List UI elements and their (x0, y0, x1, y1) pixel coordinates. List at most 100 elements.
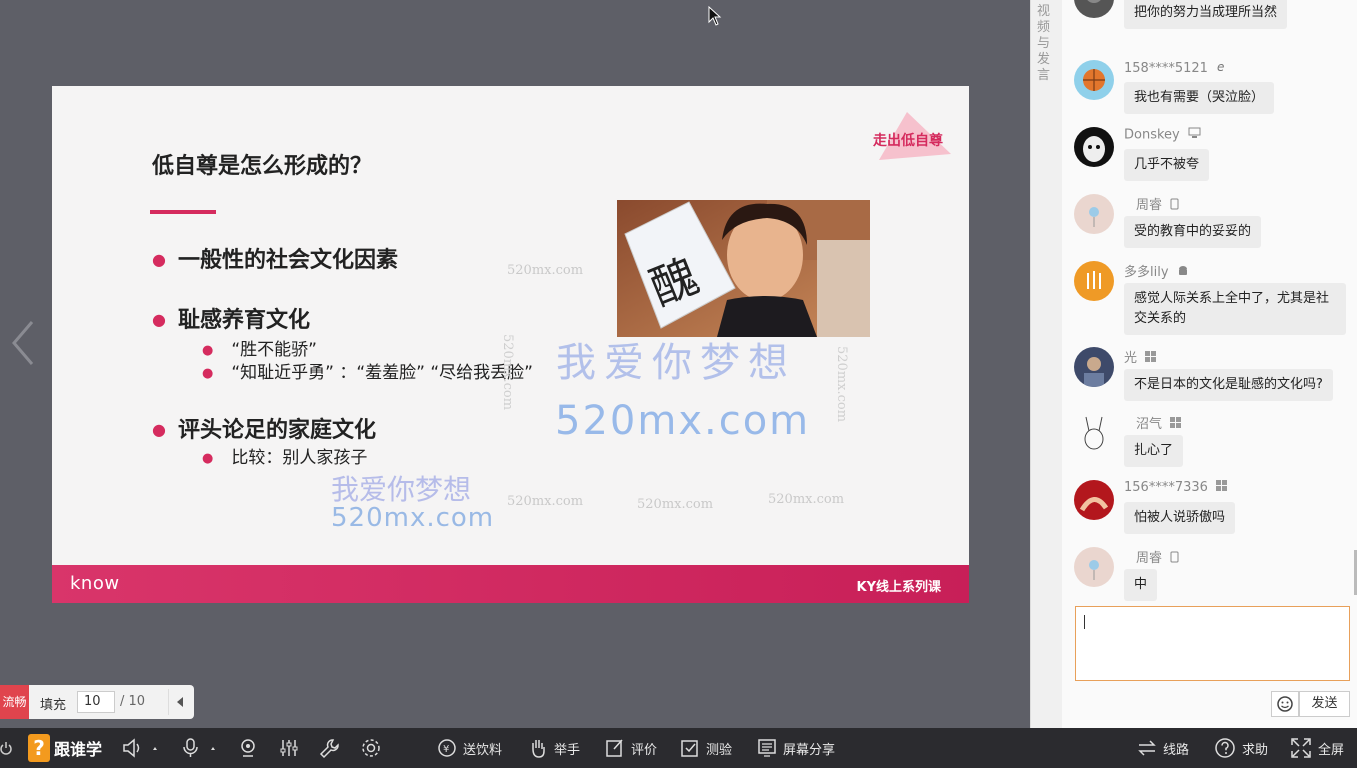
fill-mode-button[interactable]: 填充 (40, 694, 66, 713)
genshuixue-logo: ? 跟谁学 (28, 734, 102, 762)
quiz-button[interactable]: 测验 (680, 728, 732, 768)
phone-icon (1170, 551, 1179, 567)
page-total: / 10 (120, 694, 146, 709)
speaker-button[interactable] (122, 728, 158, 768)
user-avatar (1074, 0, 1114, 18)
line-switch-label: 线路 (1163, 742, 1190, 758)
edit-icon (606, 739, 623, 757)
help-button[interactable]: 求助 (1214, 728, 1268, 768)
screen-share-button[interactable]: 屏幕分享 (757, 728, 835, 768)
rate-button[interactable]: 评价 (605, 728, 657, 768)
power-icon[interactable] (0, 728, 12, 768)
collapse-arrow-icon[interactable] (168, 689, 190, 715)
svg-text:¥: ¥ (443, 744, 449, 755)
settings-button[interactable] (360, 728, 382, 768)
bullet-item: ● 耻感养育文化 (152, 308, 310, 333)
chat-message-text: 感觉人际关系上全中了，尤其是社交关系的 (1124, 283, 1346, 335)
logo-mark: ? (28, 734, 50, 762)
chat-message-text: 扎心了 (1124, 435, 1184, 467)
chat-username: 周睿 (1136, 194, 1179, 214)
quality-badge[interactable]: 流畅 (0, 685, 29, 719)
chat-username: Donskey (1124, 127, 1201, 143)
course-name: KY线上系列课 (856, 580, 942, 595)
windows-icon (1215, 480, 1227, 495)
windows-icon (1145, 351, 1157, 366)
windows-icon (1170, 417, 1182, 432)
movie-still-image: 醜 (617, 200, 870, 337)
watermark-large-text: 我爱你梦想 (556, 340, 796, 386)
sub-bullet-item: ● 比较：别人家孩子 (202, 448, 368, 468)
user-avatar (1074, 261, 1114, 301)
send-drink-button[interactable]: ¥ 送饮料 (437, 728, 502, 768)
presentation-stage: 低自尊是怎么形成的？ 走出低自尊 ● 一般性的社会文化因素 ● 耻感养育文化 ● “胜… (0, 0, 1030, 728)
chat-message-text: 把你的努力当成理所当然 (1124, 0, 1288, 29)
rate-label: 评价 (631, 742, 658, 758)
chat-message-text: 怕被人说骄傲吗 (1124, 502, 1236, 534)
fullscreen-button[interactable]: 全屏 (1290, 728, 1344, 768)
user-avatar (1074, 480, 1114, 520)
gear-icon (362, 739, 380, 757)
watermark-text: 520mx.com (507, 494, 584, 509)
screen-share-label: 屏幕分享 (783, 742, 836, 758)
chat-message-text: 几乎不被夸 (1124, 149, 1210, 181)
logo-text: 跟谁学 (54, 740, 103, 759)
emoji-button[interactable] (1271, 691, 1299, 717)
help-icon (1215, 738, 1235, 758)
bullet-item: ● 评头论足的家庭文化 (152, 418, 376, 443)
sub-bullet-item: ● “胜不能骄” (202, 340, 317, 360)
webcam-icon (241, 739, 255, 757)
title-underline (150, 210, 216, 214)
mixer-button[interactable] (279, 728, 299, 768)
monitor-icon (1188, 127, 1201, 143)
user-avatar (1074, 413, 1114, 453)
screen-share-icon (758, 739, 776, 757)
watermark-text: 520mx.com (768, 492, 845, 507)
tools-button[interactable] (319, 728, 341, 768)
line-switch-button[interactable]: 线路 (1137, 728, 1189, 768)
chat-input[interactable] (1075, 606, 1350, 681)
video-and-chat-tab[interactable]: 视频与发言 (1037, 4, 1053, 84)
user-avatar (1074, 547, 1114, 587)
slide-footer: know KY线上系列课 (52, 565, 969, 603)
quiz-label: 测验 (706, 742, 733, 758)
microphone-button[interactable] (182, 728, 222, 768)
microphone-icon (183, 738, 215, 757)
user-avatar (1074, 347, 1114, 387)
chat-username: 周睿 (1136, 547, 1179, 567)
page-control: 流畅 填充 10 / 10 (0, 685, 194, 719)
user-avatar (1074, 194, 1114, 234)
bottom-toolbar: ? 跟谁学 ¥ 送饮料 举手 评价 测验 屏幕分享 线路 求助 全屏 (0, 728, 1357, 768)
chat-message-text: 不是日本的文化是耻感的文化吗? (1124, 369, 1333, 401)
user-avatar (1074, 60, 1114, 100)
slide-badge: 走出低自尊 (859, 110, 951, 160)
raise-hand-button[interactable]: 举手 (528, 728, 580, 768)
sliders-icon (280, 740, 298, 756)
watermark-text: 520mx.com (507, 263, 584, 278)
chat-message-text: 我也有需要（哭泣脸） (1124, 82, 1275, 114)
camera-button[interactable] (238, 728, 258, 768)
android-icon (1177, 265, 1189, 281)
hand-icon (532, 740, 545, 758)
sub-bullet-item: ● “知耻近乎勇” ：“羞羞脸” “尽给我丢脸” (202, 363, 533, 383)
watermark-text: 520mx.com (637, 497, 714, 512)
chat-username: 158****5121 e (1124, 60, 1229, 77)
previous-slide-arrow-icon[interactable] (8, 318, 38, 368)
wrench-icon (319, 739, 339, 759)
raise-hand-label: 举手 (554, 742, 581, 758)
text-caret (1084, 615, 1085, 629)
watermark-text: 520mx.com (500, 334, 515, 411)
chat-username: 156****7336 (1124, 480, 1227, 495)
watermark-text: 520mx.com (834, 346, 849, 423)
coin-icon: ¥ (438, 739, 456, 757)
page-number-input[interactable]: 10 (77, 691, 115, 713)
send-drink-label: 送饮料 (463, 742, 503, 758)
svg-text:e: e (1217, 60, 1224, 73)
chat-username: 多多lily (1124, 261, 1189, 281)
watermark-large-url: 520mx.com (555, 398, 811, 444)
chat-message-text: 受的教育中的妥妥的 (1124, 216, 1262, 248)
send-button[interactable]: 发送 (1299, 691, 1350, 717)
help-label: 求助 (1242, 742, 1269, 758)
side-tab-bar (1030, 0, 1062, 728)
know-logo: know (70, 573, 120, 594)
quiz-icon (681, 740, 698, 757)
